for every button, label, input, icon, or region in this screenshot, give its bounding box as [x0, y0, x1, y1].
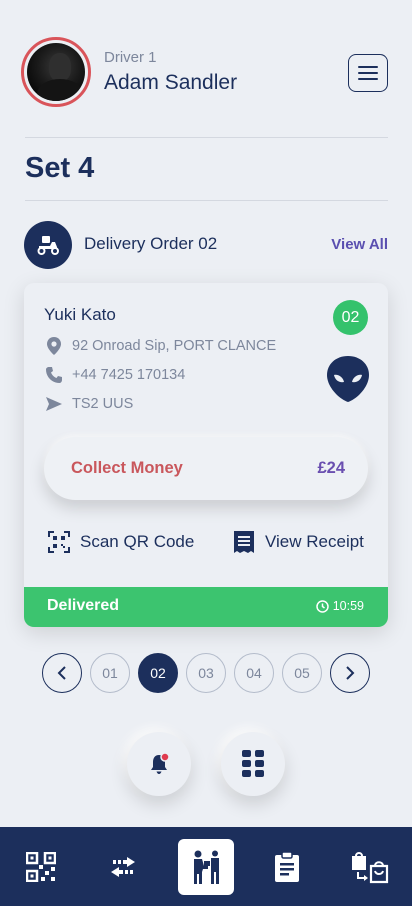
- scooter-icon: [37, 236, 59, 255]
- page-button-04[interactable]: 04: [234, 653, 274, 693]
- phone-icon: [44, 367, 64, 383]
- grid-icon: [242, 750, 264, 777]
- address-row: 92 Onroad Sip, PORT CLANCE: [44, 337, 276, 355]
- view-receipt-button[interactable]: View Receipt: [233, 531, 364, 553]
- delivery-card: Yuki Kato 02 92 Onroad Sip, PORT CLANCE …: [24, 283, 388, 627]
- page-button-02[interactable]: 02: [138, 653, 178, 693]
- chevron-right-icon: [346, 666, 355, 680]
- address-text: 92 Onroad Sip, PORT CLANCE: [72, 338, 277, 354]
- notifications-button[interactable]: [127, 732, 191, 796]
- view-receipt-label: View Receipt: [265, 532, 364, 551]
- order-number-badge: 02: [333, 300, 368, 335]
- location-pin-icon: [44, 337, 64, 355]
- status-bar: Delivered 10:59: [24, 587, 388, 627]
- driver-name: Adam Sandler: [104, 71, 238, 94]
- divider: [25, 137, 388, 138]
- divider: [25, 200, 388, 201]
- postcode-text: TS2 UUS: [72, 396, 134, 412]
- driver-label: Driver 1: [104, 49, 157, 66]
- phone-text: +44 7425 170134: [72, 367, 186, 383]
- clock-icon: [315, 599, 329, 613]
- collect-money-button[interactable]: Collect Money £24: [44, 437, 368, 500]
- delivery-person-icon: [194, 850, 219, 884]
- view-all-link[interactable]: View All: [331, 236, 388, 253]
- prev-page-button[interactable]: [42, 653, 82, 693]
- collect-money-amount: £24: [317, 459, 345, 477]
- navigation-arrow-icon: [44, 397, 64, 411]
- scan-qr-label: Scan QR Code: [80, 532, 195, 551]
- receipt-icon: [233, 531, 255, 553]
- time-text: 10:59: [332, 599, 364, 613]
- page-title: Set 4: [25, 152, 95, 184]
- qr-code-icon: [48, 531, 70, 553]
- menu-button[interactable]: [348, 54, 388, 92]
- order-label: Delivery Order 02: [84, 234, 218, 253]
- postcode-row: TS2 UUS: [44, 396, 133, 412]
- nav-item-transfer[interactable]: [95, 839, 151, 895]
- status-time: 10:59: [315, 599, 364, 613]
- order-icon-badge: [24, 221, 72, 269]
- phone-row[interactable]: +44 7425 170134: [44, 367, 185, 383]
- avatar-photo: [27, 43, 85, 101]
- alien-icon: [327, 356, 369, 402]
- avatar[interactable]: [21, 37, 91, 107]
- nav-item-delivery[interactable]: [178, 839, 234, 895]
- nav-item-qr-scan[interactable]: [13, 839, 69, 895]
- page-button-03[interactable]: 03: [186, 653, 226, 693]
- transfer-icon: [111, 857, 135, 877]
- customer-name: Yuki Kato: [44, 305, 116, 324]
- bottom-navigation: [0, 827, 412, 906]
- bell-icon: [151, 752, 170, 774]
- status-text: Delivered: [47, 597, 120, 614]
- nav-item-orders[interactable]: [259, 839, 315, 895]
- page-button-01[interactable]: 01: [90, 653, 130, 693]
- qr-scan-icon: [26, 852, 56, 882]
- page-button-05[interactable]: 05: [282, 653, 322, 693]
- nav-item-bags[interactable]: [341, 839, 397, 895]
- chevron-left-icon: [57, 666, 66, 680]
- apps-grid-button[interactable]: [221, 732, 285, 796]
- collect-money-label: Collect Money: [71, 459, 183, 477]
- clipboard-icon: [275, 851, 299, 882]
- hamburger-icon: [358, 66, 378, 80]
- next-page-button[interactable]: [330, 653, 370, 693]
- bags-transfer-icon: [352, 852, 389, 884]
- scan-qr-button[interactable]: Scan QR Code: [48, 531, 194, 553]
